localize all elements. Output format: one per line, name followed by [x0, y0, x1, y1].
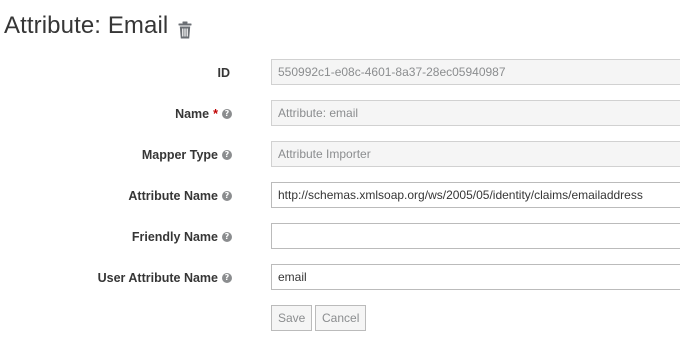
- mapper-details-page: Attribute: Email ID 550992c1-e08c-4601-8…: [0, 0, 680, 340]
- mapper-type-label: Mapper Type ?: [142, 141, 232, 169]
- friendly-name-label-text: Friendly Name: [131, 230, 218, 244]
- form-row-user-attribute-name: User Attribute Name ? email: [0, 264, 680, 292]
- form-row-attribute-name: Attribute Name ? http://schemas.xmlsoap.…: [0, 182, 680, 210]
- id-label-text: ID: [217, 66, 231, 80]
- question-circle-icon[interactable]: ?: [222, 109, 232, 119]
- form-row-mapper-type: Mapper Type ? Attribute Importer: [0, 141, 680, 169]
- friendly-name-label: Friendly Name ?: [132, 223, 232, 251]
- user-attribute-name-label-text: User Attribute Name: [97, 271, 218, 285]
- name-label: Name * ?: [175, 100, 232, 128]
- page-title: Attribute: Email: [4, 12, 192, 40]
- mapper-type-field: Attribute Importer: [271, 141, 680, 167]
- question-circle-icon[interactable]: ?: [222, 273, 232, 283]
- form-actions: Save Cancel: [0, 305, 680, 333]
- page-title-text: Attribute: Email: [4, 12, 169, 39]
- form-row-friendly-name: Friendly Name ?: [0, 223, 680, 251]
- id-label: ID: [218, 59, 231, 87]
- name-field: Attribute: email: [271, 100, 680, 126]
- attribute-name-input[interactable]: http://schemas.xmlsoap.org/ws/2005/05/id…: [271, 182, 680, 208]
- id-field: 550992c1-e08c-4601-8a37-28ec05940987: [271, 59, 680, 85]
- save-button[interactable]: Save: [271, 305, 313, 331]
- form-row-id: ID 550992c1-e08c-4601-8a37-28ec05940987: [0, 59, 680, 87]
- cancel-button[interactable]: Cancel: [315, 305, 367, 331]
- question-circle-icon[interactable]: ?: [222, 191, 232, 201]
- user-attribute-name-input[interactable]: email: [271, 264, 680, 290]
- form-row-name: Name * ? Attribute: email: [0, 100, 680, 128]
- mapper-type-label-text: Mapper Type: [141, 148, 218, 162]
- friendly-name-input[interactable]: [271, 223, 680, 249]
- name-label-text: Name: [175, 107, 210, 121]
- required-marker: *: [213, 107, 218, 121]
- user-attribute-name-label: User Attribute Name ?: [98, 264, 232, 292]
- question-circle-icon[interactable]: ?: [222, 150, 232, 160]
- attribute-name-label-text: Attribute Name: [128, 189, 218, 203]
- attribute-name-label: Attribute Name ?: [128, 182, 232, 210]
- question-circle-icon[interactable]: ?: [222, 232, 232, 242]
- trash-icon[interactable]: [178, 18, 192, 39]
